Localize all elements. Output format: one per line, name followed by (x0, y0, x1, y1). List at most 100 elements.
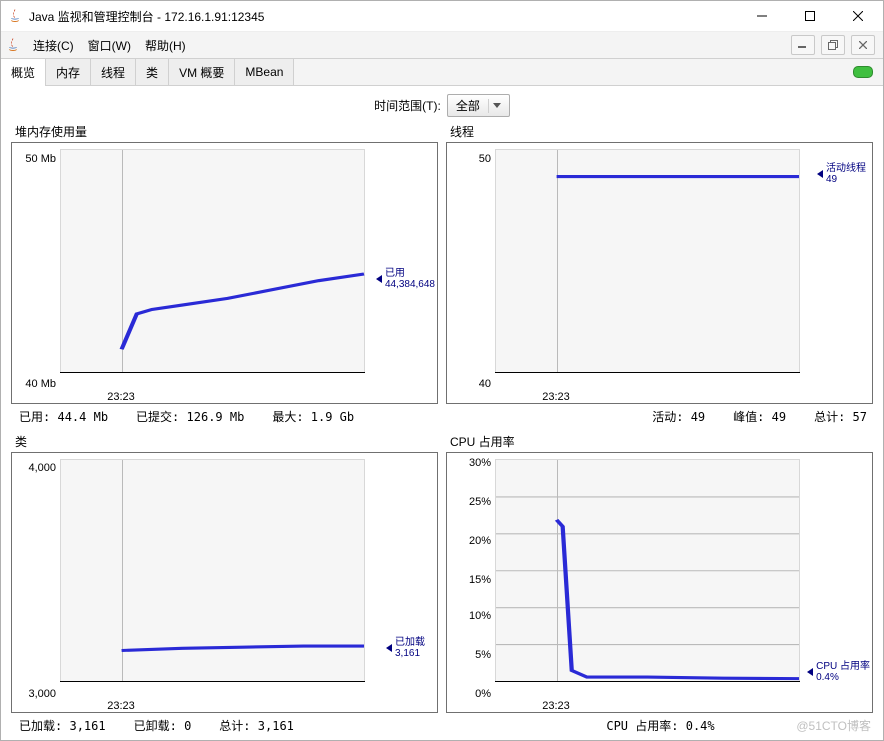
connection-status-icon (853, 59, 883, 85)
x-tick: 23:23 (107, 700, 135, 712)
y-axis: 50 40 (447, 143, 495, 403)
chart-frame: 30% 25% 20% 15% 10% 5% 0% (446, 452, 873, 714)
chart-frame: 50 40 (446, 142, 873, 404)
y-tick: 30% (469, 457, 491, 469)
plot[interactable]: 已加载 3,161 23:23 (60, 453, 437, 713)
tab-overview[interactable]: 概览 (1, 59, 46, 85)
mdi-restore-button[interactable] (821, 35, 845, 55)
y-tick: 10% (469, 610, 491, 622)
stat-label: 已提交: (136, 410, 179, 424)
callout-value: 0.4% (816, 672, 870, 683)
chart-stats: 活动: 49 峰值: 49 总计: 57 (446, 404, 873, 425)
y-axis: 4,000 3,000 (12, 453, 60, 713)
tab-label: 概览 (11, 64, 35, 81)
chart-title: 堆内存使用量 (11, 123, 438, 142)
stat-value: 49 (772, 410, 786, 424)
mdi-minimize-button[interactable] (791, 35, 815, 55)
chart-threads: 线程 50 40 (446, 123, 873, 425)
tab-mbean[interactable]: MBean (235, 59, 294, 85)
stat-value: 1.9 Gb (311, 410, 354, 424)
callout-value: 3,161 (395, 648, 425, 659)
callout-arrow-icon (376, 275, 382, 283)
menu-window[interactable]: 窗口(W) (82, 34, 137, 57)
stat-value: 49 (691, 410, 705, 424)
chart-classes: 类 4,000 3,000 (11, 433, 438, 735)
tab-label: MBean (245, 65, 283, 79)
y-tick: 20% (469, 535, 491, 547)
plot[interactable]: 活动线程 49 23:23 (495, 143, 872, 403)
minimize-button[interactable] (741, 2, 783, 30)
stat-value: 0 (184, 719, 191, 733)
stat-label: 峰值: (733, 410, 764, 424)
tab-vmsummary[interactable]: VM 概要 (169, 59, 235, 85)
plot[interactable]: 已用 44,384,648 23:23 (60, 143, 437, 403)
app-window: Java 监视和管理控制台 - 172.16.1.91:12345 连接(C) … (0, 0, 884, 741)
window-title: Java 监视和管理控制台 - 172.16.1.91:12345 (29, 8, 735, 25)
timerange-label: 时间范围(T): (374, 97, 441, 114)
y-tick: 50 Mb (25, 153, 56, 165)
chart-title: CPU 占用率 (446, 433, 873, 452)
y-tick: 50 (479, 153, 491, 165)
menubar: 连接(C) 窗口(W) 帮助(H) (1, 32, 883, 59)
menu-help[interactable]: 帮助(H) (139, 34, 192, 57)
tab-label: VM 概要 (179, 64, 224, 81)
stat-value: 3,161 (69, 719, 105, 733)
x-axis: 23:23 (495, 389, 800, 403)
chart-frame: 4,000 3,000 (11, 452, 438, 714)
close-button[interactable] (837, 2, 879, 30)
timerange-value: 全部 (456, 97, 480, 114)
stat-label: CPU 占用率: (606, 719, 678, 733)
callout-arrow-icon (817, 170, 823, 178)
stat-value: 44.4 Mb (57, 410, 108, 424)
chevron-down-icon (488, 99, 505, 113)
callout-value: 49 (826, 174, 866, 185)
tab-memory[interactable]: 内存 (46, 59, 91, 85)
x-tick: 23:23 (107, 391, 135, 403)
chart-frame: 50 Mb 40 Mb (11, 142, 438, 404)
maximize-button[interactable] (789, 2, 831, 30)
y-axis: 30% 25% 20% 15% 10% 5% 0% (447, 453, 495, 713)
tab-label: 类 (146, 64, 158, 81)
y-tick: 15% (469, 574, 491, 586)
x-tick: 23:23 (542, 700, 570, 712)
mdi-close-button[interactable] (851, 35, 875, 55)
y-tick: 4,000 (28, 462, 56, 474)
stat-label: 已卸载: (134, 719, 177, 733)
chart-stats: 已用: 44.4 Mb 已提交: 126.9 Mb 最大: 1.9 Gb (11, 404, 438, 425)
java-icon (5, 37, 21, 53)
y-tick: 0% (475, 688, 491, 700)
chart-stats: CPU 占用率: 0.4% (446, 713, 873, 734)
y-tick: 3,000 (28, 688, 56, 700)
stat-value: 3,161 (258, 719, 294, 733)
chart-heap: 堆内存使用量 50 Mb 40 Mb (11, 123, 438, 425)
stat-label: 最大: (272, 410, 303, 424)
callout-arrow-icon (807, 668, 813, 676)
y-tick: 25% (469, 496, 491, 508)
stat-label: 总计: (814, 410, 845, 424)
callout-value: 44,384,648 (385, 279, 435, 290)
plot[interactable]: CPU 占用率 0.4% 23:23 (495, 453, 872, 713)
stat-value: 126.9 Mb (187, 410, 245, 424)
callout-label: CPU 占用率 (816, 661, 870, 672)
x-axis: 23:23 (495, 698, 800, 712)
chart-title: 线程 (446, 123, 873, 142)
tab-label: 内存 (56, 64, 80, 81)
stat-value: 0.4% (686, 719, 715, 733)
stat-label: 已加载: (19, 719, 62, 733)
tab-classes[interactable]: 类 (136, 59, 169, 85)
menu-connect[interactable]: 连接(C) (27, 34, 80, 57)
stat-value: 57 (853, 410, 867, 424)
y-tick: 40 Mb (25, 378, 56, 390)
x-tick: 23:23 (542, 391, 570, 403)
callout-label: 活动线程 (826, 163, 866, 174)
callout-label: 已加载 (395, 637, 425, 648)
tab-threads[interactable]: 线程 (91, 59, 136, 85)
callout-label: 已用 (385, 268, 435, 279)
chart-grid: 堆内存使用量 50 Mb 40 Mb (1, 123, 883, 740)
tab-label: 线程 (101, 64, 125, 81)
y-axis: 50 Mb 40 Mb (12, 143, 60, 403)
chart-cpu: CPU 占用率 30% 25% 20% 15% 10% 5% 0% (446, 433, 873, 735)
timerange-select[interactable]: 全部 (447, 94, 510, 117)
overview-content: 时间范围(T): 全部 堆内存使用量 50 Mb 40 Mb (1, 86, 883, 740)
y-tick: 40 (479, 378, 491, 390)
